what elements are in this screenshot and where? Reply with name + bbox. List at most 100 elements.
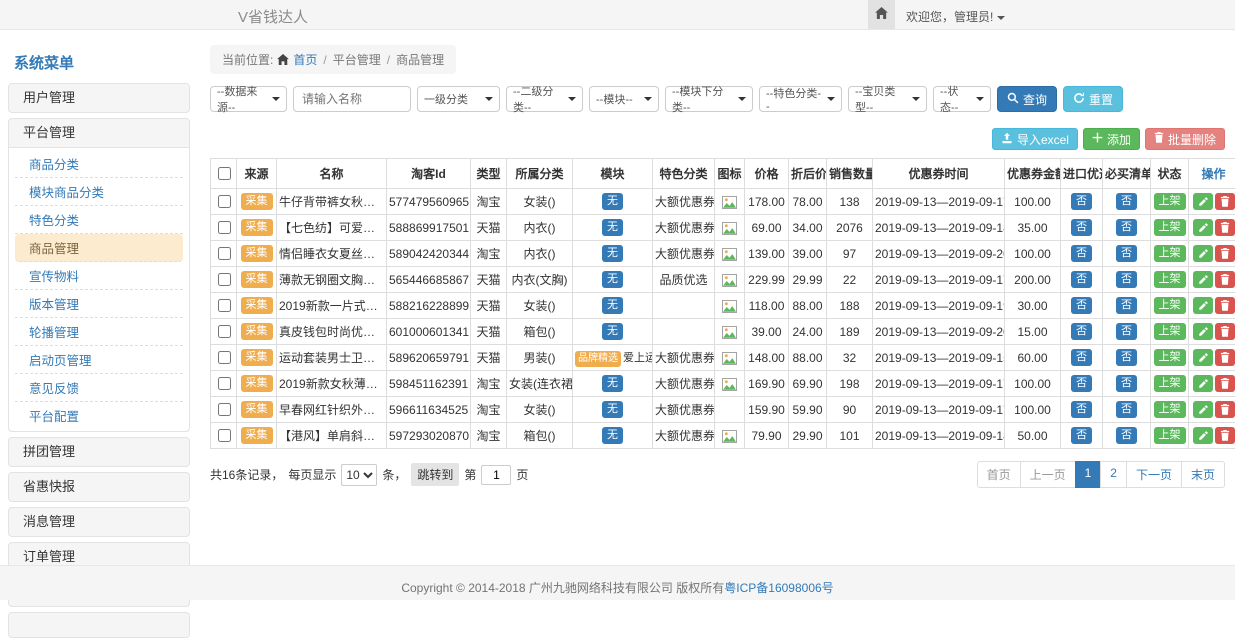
must-buy-toggle[interactable]: 否 (1116, 219, 1137, 236)
must-buy-toggle[interactable]: 否 (1116, 193, 1137, 210)
sidebar-item[interactable]: 特色分类 (15, 206, 183, 234)
edit-button[interactable] (1193, 427, 1213, 444)
sidebar-group-header[interactable]: 省惠快报 (9, 473, 189, 501)
edit-button[interactable] (1193, 219, 1213, 236)
status-badge[interactable]: 上架 (1154, 323, 1186, 340)
filter-level1-select[interactable]: 一级分类 (417, 86, 500, 112)
delete-button[interactable] (1215, 297, 1235, 314)
import-optimal-toggle[interactable]: 否 (1071, 271, 1092, 288)
status-badge[interactable]: 上架 (1154, 219, 1186, 236)
sidebar-group-header[interactable]: 拼团管理 (9, 438, 189, 466)
module-badge[interactable]: 无 (602, 245, 623, 262)
module-badge[interactable]: 品牌精选 (575, 351, 621, 367)
sidebar-item[interactable]: 轮播管理 (15, 318, 183, 346)
delete-button[interactable] (1215, 271, 1235, 288)
row-checkbox[interactable] (218, 247, 231, 260)
sidebar-item[interactable]: 意见反馈 (15, 374, 183, 402)
user-menu[interactable]: 欢迎您，管理员! (906, 8, 1005, 25)
import-excel-button[interactable]: 导入excel (992, 128, 1078, 150)
status-badge[interactable]: 上架 (1154, 375, 1186, 392)
edit-button[interactable] (1193, 193, 1213, 210)
status-badge[interactable]: 上架 (1154, 427, 1186, 444)
import-optimal-toggle[interactable]: 否 (1071, 245, 1092, 262)
delete-button[interactable] (1215, 193, 1235, 210)
row-checkbox[interactable] (218, 377, 231, 390)
must-buy-toggle[interactable]: 否 (1116, 271, 1137, 288)
row-checkbox[interactable] (218, 221, 231, 234)
import-optimal-toggle[interactable]: 否 (1071, 219, 1092, 236)
must-buy-toggle[interactable]: 否 (1116, 245, 1137, 262)
page-button[interactable]: 末页 (1181, 461, 1225, 488)
import-optimal-toggle[interactable]: 否 (1071, 375, 1092, 392)
sidebar-item[interactable]: 平台配置 (15, 402, 183, 429)
select-all-checkbox[interactable] (218, 167, 231, 180)
edit-button[interactable] (1193, 349, 1213, 366)
delete-button[interactable] (1215, 349, 1235, 366)
delete-button[interactable] (1215, 427, 1235, 444)
import-optimal-toggle[interactable]: 否 (1071, 193, 1092, 210)
per-page-select[interactable]: 10 (341, 464, 377, 486)
edit-button[interactable] (1193, 297, 1213, 314)
import-optimal-toggle[interactable]: 否 (1071, 427, 1092, 444)
sidebar-item[interactable]: 模块商品分类 (15, 178, 183, 206)
must-buy-toggle[interactable]: 否 (1116, 427, 1137, 444)
row-checkbox[interactable] (218, 273, 231, 286)
module-badge[interactable]: 无 (602, 297, 623, 314)
must-buy-toggle[interactable]: 否 (1116, 401, 1137, 418)
delete-button[interactable] (1215, 375, 1235, 392)
must-buy-toggle[interactable]: 否 (1116, 349, 1137, 366)
sidebar-item[interactable]: 版本管理 (15, 290, 183, 318)
import-optimal-toggle[interactable]: 否 (1071, 401, 1092, 418)
module-badge[interactable]: 无 (602, 219, 623, 236)
delete-button[interactable] (1215, 323, 1235, 340)
jump-page-input[interactable] (481, 465, 511, 485)
sidebar-item[interactable]: 宣传物料 (15, 262, 183, 290)
row-checkbox[interactable] (218, 325, 231, 338)
module-badge[interactable]: 无 (602, 401, 623, 418)
page-button[interactable]: 2 (1100, 461, 1127, 488)
edit-button[interactable] (1193, 245, 1213, 262)
edit-button[interactable] (1193, 323, 1213, 340)
row-checkbox[interactable] (218, 429, 231, 442)
jump-to-chip[interactable]: 跳转到 (411, 463, 459, 486)
reset-button[interactable]: 重置 (1063, 86, 1123, 112)
delete-button[interactable] (1215, 401, 1235, 418)
breadcrumb-home-link[interactable]: 首页 (293, 51, 317, 68)
add-button[interactable]: 添加 (1083, 128, 1140, 150)
query-button[interactable]: 查询 (997, 86, 1057, 112)
filter-item-type-select[interactable]: --宝贝类型-- (848, 86, 927, 112)
row-checkbox[interactable] (218, 351, 231, 364)
must-buy-toggle[interactable]: 否 (1116, 323, 1137, 340)
row-checkbox[interactable] (218, 195, 231, 208)
status-badge[interactable]: 上架 (1154, 193, 1186, 210)
status-badge[interactable]: 上架 (1154, 401, 1186, 418)
status-badge[interactable]: 上架 (1154, 245, 1186, 262)
filter-source-select[interactable]: --数据来源-- (210, 86, 287, 112)
sidebar-item[interactable]: 商品管理 (15, 234, 183, 262)
sidebar-item[interactable]: 商品分类 (15, 150, 183, 178)
edit-button[interactable] (1193, 271, 1213, 288)
status-badge[interactable]: 上架 (1154, 297, 1186, 314)
filter-module-select[interactable]: --模块-- (589, 86, 659, 112)
module-badge[interactable]: 无 (602, 323, 623, 340)
home-button[interactable] (868, 0, 895, 29)
icp-link[interactable]: 粤ICP备16098006号 (724, 581, 833, 595)
row-checkbox[interactable] (218, 403, 231, 416)
sidebar-group-header[interactable]: 消息管理 (9, 508, 189, 536)
must-buy-toggle[interactable]: 否 (1116, 297, 1137, 314)
filter-level2-select[interactable]: --二级分类-- (506, 86, 583, 112)
module-badge[interactable]: 无 (602, 375, 623, 392)
module-badge[interactable]: 无 (602, 271, 623, 288)
filter-feature-select[interactable]: --特色分类-- (759, 86, 842, 112)
import-optimal-toggle[interactable]: 否 (1071, 323, 1092, 340)
sidebar-group-header[interactable]: 平台管理 (9, 119, 189, 147)
module-badge[interactable]: 无 (602, 427, 623, 444)
delete-button[interactable] (1215, 219, 1235, 236)
import-optimal-toggle[interactable]: 否 (1071, 349, 1092, 366)
status-badge[interactable]: 上架 (1154, 349, 1186, 366)
delete-button[interactable] (1215, 245, 1235, 262)
row-checkbox[interactable] (218, 299, 231, 312)
module-badge[interactable]: 无 (602, 193, 623, 210)
sidebar-group-header[interactable]: 用户管理 (9, 84, 189, 112)
sidebar-item[interactable]: 启动页管理 (15, 346, 183, 374)
